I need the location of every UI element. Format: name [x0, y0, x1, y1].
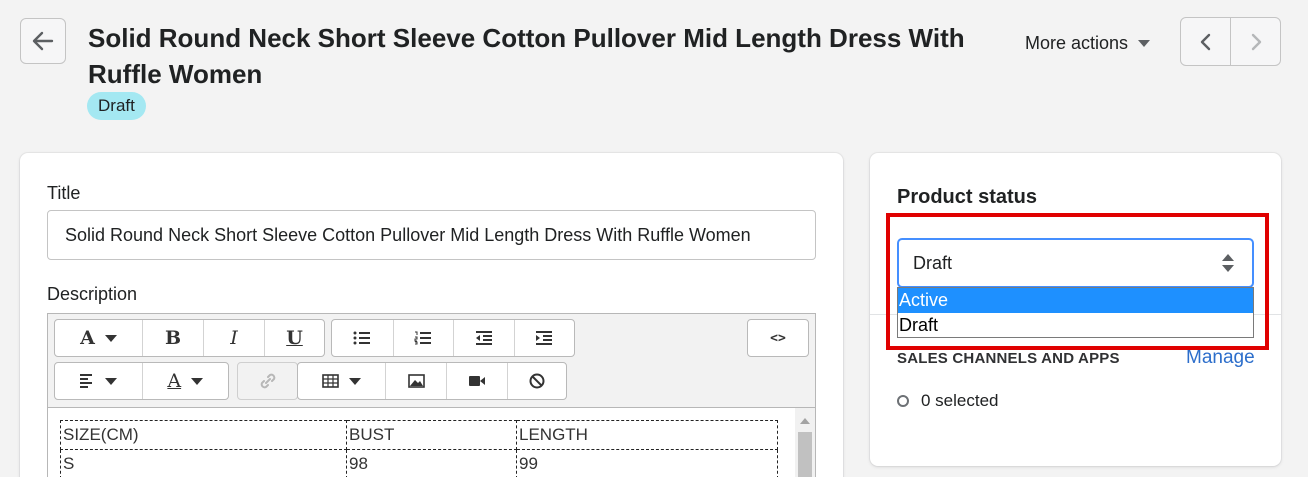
description-editor: A B I U <> A SIZE(CM) BUST LENGTH S 98 9… [47, 313, 816, 477]
indent-icon [536, 331, 553, 345]
clear-formatting-button[interactable] [507, 363, 566, 399]
caret-down-icon [191, 377, 204, 385]
outdent-button[interactable] [453, 320, 514, 356]
selected-count: 0 selected [921, 391, 999, 410]
scroll-up-icon [800, 418, 810, 424]
channels-selected: 0 selected [897, 391, 999, 411]
bulleted-list-icon [353, 331, 371, 345]
alignment-color-group: A [54, 362, 229, 400]
manage-link[interactable]: Manage [1186, 347, 1255, 369]
table-header-row: SIZE(CM) BUST LENGTH [60, 420, 778, 450]
image-icon [407, 374, 425, 388]
bulleted-list-button[interactable] [332, 320, 393, 356]
pagination [1180, 17, 1281, 66]
insert-group [297, 362, 567, 400]
editor-content[interactable]: SIZE(CM) BUST LENGTH S 98 99 [48, 407, 815, 477]
table-icon [322, 374, 339, 388]
clear-formatting-icon [529, 373, 545, 389]
font-icon: A [80, 327, 95, 349]
underline-button[interactable]: U [264, 320, 324, 356]
circle-icon [897, 395, 909, 407]
description-label: Description [47, 284, 138, 304]
caret-down-icon [349, 377, 361, 385]
sales-channels-label: SALES CHANNELS AND APPS [897, 350, 1120, 367]
insert-image-button[interactable] [385, 363, 446, 399]
back-button[interactable] [20, 18, 66, 64]
link-group [237, 362, 298, 400]
more-actions-label: More actions [1025, 32, 1129, 53]
bold-button[interactable]: B [142, 320, 203, 356]
link-icon [260, 373, 275, 389]
product-status-title: Product status [897, 186, 1038, 208]
scrollbar-thumb[interactable] [798, 432, 812, 477]
source-group: <> [747, 319, 809, 357]
indent-button[interactable] [513, 320, 575, 356]
chevron-left-icon [1200, 33, 1210, 50]
align-left-icon [80, 374, 93, 388]
caret-down-icon [1138, 39, 1151, 47]
caret-down-icon [104, 334, 117, 342]
italic-button[interactable]: I [203, 320, 264, 356]
title-input[interactable]: Solid Round Neck Short Sleeve Cotton Pul… [47, 210, 816, 260]
highlight-box [886, 213, 1269, 350]
insert-link-button[interactable] [238, 363, 297, 399]
show-html-button[interactable]: <> [748, 320, 808, 356]
chevron-right-icon [1251, 33, 1261, 50]
insert-video-button[interactable] [446, 363, 507, 399]
table-row: S 98 99 [60, 449, 778, 477]
previous-button[interactable] [1181, 18, 1230, 65]
product-details-card: Title Solid Round Neck Short Sleeve Cott… [20, 153, 843, 477]
table-header-cell: LENGTH [516, 420, 778, 450]
align-button[interactable] [55, 363, 142, 399]
table-header-cell: BUST [346, 420, 517, 450]
title-label: Title [47, 183, 81, 203]
size-chart-table: SIZE(CM) BUST LENGTH S 98 99 [60, 420, 778, 477]
table-cell: S [60, 449, 347, 477]
arrow-left-icon [32, 31, 54, 51]
text-color-button[interactable]: A [141, 363, 229, 399]
table-header-cell: SIZE(CM) [60, 420, 347, 450]
numbered-list-icon [414, 331, 432, 345]
insert-table-button[interactable] [298, 363, 385, 399]
table-cell: 98 [346, 449, 517, 477]
text-format-group: A B I U [54, 319, 325, 357]
video-icon [469, 376, 485, 386]
page-title: Solid Round Neck Short Sleeve Cotton Pul… [88, 23, 965, 89]
list-group [331, 319, 575, 357]
editor-scrollbar[interactable] [795, 408, 815, 477]
font-style-button[interactable]: A [55, 320, 142, 356]
text-color-icon: A [167, 370, 182, 392]
status-badge: Draft [87, 92, 146, 120]
numbered-list-button[interactable] [392, 320, 454, 356]
table-cell: 99 [516, 449, 778, 477]
more-actions-button[interactable]: More actions [1025, 30, 1151, 56]
caret-down-icon [105, 377, 118, 385]
next-button[interactable] [1230, 18, 1280, 65]
outdent-icon [475, 331, 492, 345]
